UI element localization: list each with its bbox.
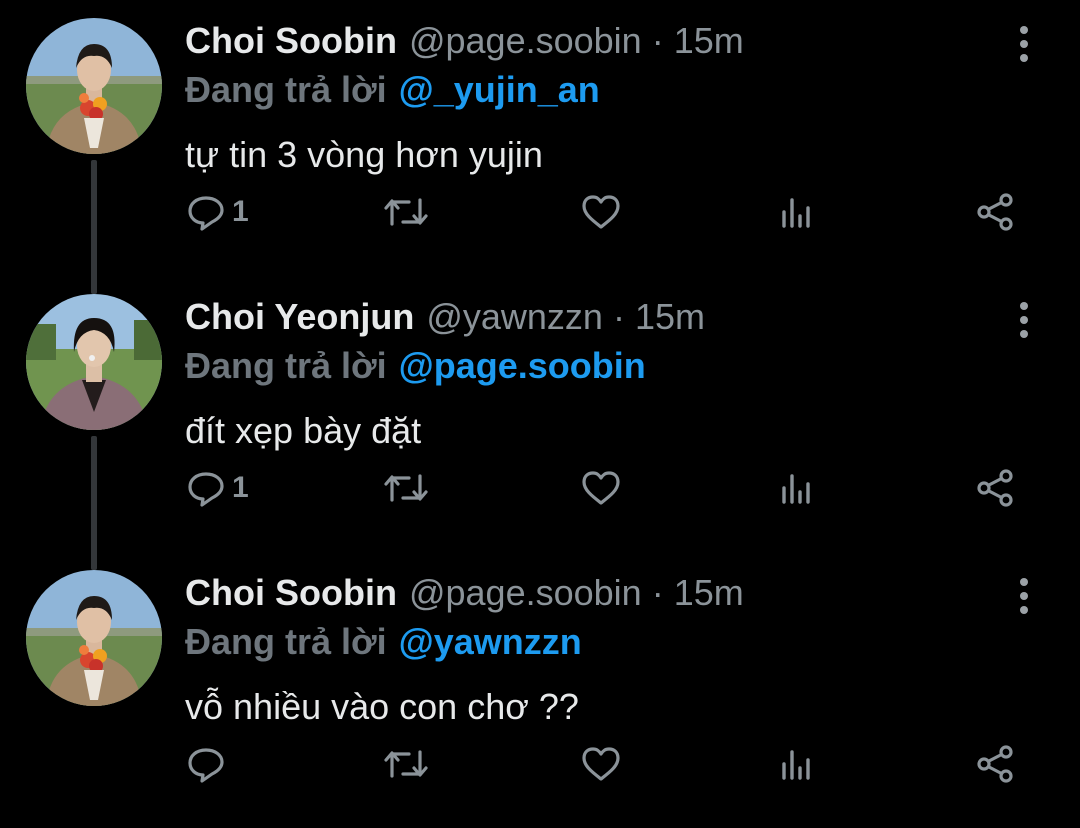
reply-icon [188,748,224,783]
reply-mention-link[interactable]: @_yujin_an [399,69,600,110]
analytics-button[interactable] [779,190,815,234]
tweet[interactable]: Choi Soobin @page.soobin · 15m Đang trả … [0,0,1080,276]
retweet-button[interactable] [383,466,429,510]
tweet-actions: 1 [0,190,1080,234]
analytics-button[interactable] [779,742,815,786]
separator-dot: · [651,572,664,613]
author-name[interactable]: Choi Soobin [185,20,397,62]
replying-to-label: Đang trả lời [185,621,387,662]
share-button[interactable] [974,742,1016,786]
reply-mention-link[interactable]: @yawnzzn [399,621,582,662]
retweet-icon [384,198,428,226]
like-button[interactable] [580,742,622,786]
reply-button[interactable] [186,742,232,786]
more-options-icon[interactable] [1012,302,1036,338]
retweet-icon [384,750,428,778]
like-button[interactable] [580,190,622,234]
reply-button[interactable]: 1 [186,466,249,510]
retweet-button[interactable] [383,742,429,786]
like-icon [582,747,620,781]
separator-dot: · [612,296,625,337]
author-handle[interactable]: @page.soobin [409,572,642,614]
avatar[interactable] [26,570,162,706]
retweet-icon [384,474,428,502]
author-name[interactable]: Choi Yeonjun [185,296,414,338]
analytics-icon [782,198,810,228]
tweet-actions: 1 [0,466,1080,510]
author-handle[interactable]: @yawnzzn [426,296,603,338]
more-options-icon[interactable] [1012,26,1036,62]
reply-button[interactable]: 1 [186,190,249,234]
timestamp[interactable]: 15m [674,20,744,62]
replying-to: Đang trả lời @yawnzzn [185,621,582,663]
replying-to: Đang trả lời @page.soobin [185,345,646,387]
like-icon [582,195,620,229]
replying-to-label: Đang trả lời [185,345,387,386]
analytics-button[interactable] [779,466,815,510]
retweet-button[interactable] [383,190,429,234]
reply-count: 1 [232,195,249,228]
more-options-icon[interactable] [1012,578,1036,614]
author-handle[interactable]: @page.soobin [409,20,642,62]
separator-dot: · [651,20,664,61]
reply-icon [188,196,224,231]
tweet[interactable]: Choi Soobin @page.soobin · 15m Đang trả … [0,552,1080,828]
avatar[interactable] [26,18,162,154]
tweet-text: vỗ nhiều vào con chơ ?? [185,686,579,727]
reply-count: 1 [232,471,249,504]
tweet-header: Choi Soobin @page.soobin · 15m [185,572,744,614]
replying-to-label: Đang trả lời [185,69,387,110]
reply-icon [188,472,224,507]
like-button[interactable] [580,466,622,510]
tweet-thread: Choi Soobin @page.soobin · 15m Đang trả … [0,0,1080,817]
tweet-text: đít xẹp bày đặt [185,410,422,451]
analytics-icon [782,750,810,780]
share-icon [977,469,1013,507]
tweet-text: tự tin 3 vòng hơn yujin [185,134,543,175]
share-button[interactable] [974,190,1016,234]
replying-to: Đang trả lời @_yujin_an [185,69,600,111]
analytics-icon [782,474,810,504]
like-icon [582,471,620,505]
share-icon [977,745,1013,783]
author-name[interactable]: Choi Soobin [185,572,397,614]
tweet-actions [0,742,1080,786]
reply-mention-link[interactable]: @page.soobin [399,345,646,386]
share-button[interactable] [974,466,1016,510]
timestamp[interactable]: 15m [674,572,744,614]
tweet-header: Choi Yeonjun @yawnzzn · 15m [185,296,705,338]
share-icon [977,193,1013,231]
tweet-header: Choi Soobin @page.soobin · 15m [185,20,744,62]
timestamp[interactable]: 15m [635,296,705,338]
avatar[interactable] [26,294,162,430]
tweet[interactable]: Choi Yeonjun @yawnzzn · 15m Đang trả lời… [0,276,1080,552]
